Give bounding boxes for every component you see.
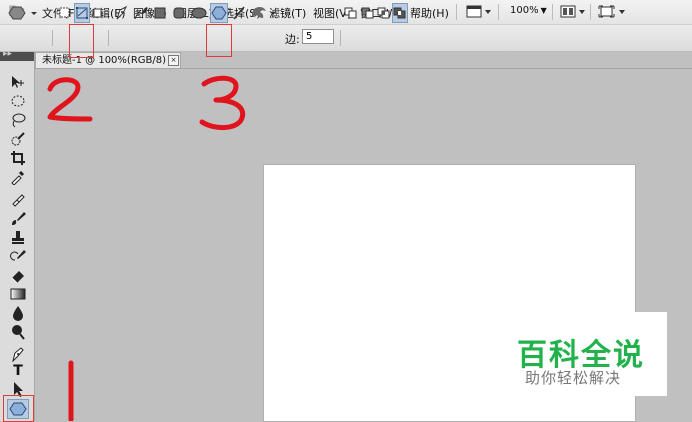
- intersect-shape-areas-icon[interactable]: [377, 4, 391, 22]
- clone-stamp-tool-icon[interactable]: [10, 229, 26, 245]
- freeform-pen-icon[interactable]: [133, 4, 149, 22]
- options-separator: [52, 30, 53, 46]
- blur-tool-icon[interactable]: [10, 305, 26, 321]
- highlight-paths-mode: [69, 24, 94, 58]
- menu-separator: [552, 4, 553, 20]
- arrange-documents-icon[interactable]: [560, 5, 586, 22]
- screen-mode-icon[interactable]: [466, 5, 492, 22]
- options-separator: [340, 30, 341, 46]
- pen-tool-icon[interactable]: [10, 346, 26, 362]
- paths-mode-icon[interactable]: [74, 3, 90, 23]
- document-tab[interactable]: 未标题-1 @ 100%(RGB/8) *: [35, 52, 181, 68]
- eyedropper-tool-icon[interactable]: [10, 169, 26, 185]
- subtract-shape-area-icon[interactable]: [361, 4, 375, 22]
- annotation-number-3: [199, 75, 246, 130]
- tab-strip-divider: [35, 68, 692, 69]
- polygon-shape-icon[interactable]: [210, 3, 228, 23]
- menu-separator: [590, 4, 591, 20]
- zoom-value: 100%: [510, 5, 539, 16]
- quick-selection-tool-icon[interactable]: [10, 131, 26, 147]
- pen-icon[interactable]: [114, 4, 130, 22]
- lasso-tool-icon[interactable]: [10, 112, 26, 128]
- sides-input[interactable]: [302, 29, 334, 44]
- tool-preset-icon[interactable]: [8, 4, 38, 22]
- highlight-polygon-option: [206, 24, 232, 57]
- double-arrow-icon: ▸▸: [3, 49, 13, 59]
- highlight-polygon-tool: [3, 395, 34, 422]
- rounded-rectangle-icon[interactable]: [172, 4, 186, 22]
- workspace-icon[interactable]: [598, 5, 626, 22]
- close-icon[interactable]: ×: [168, 55, 179, 66]
- add-to-shape-area-icon[interactable]: [344, 4, 358, 22]
- document-tab-title: 未标题-1 @ 100%(RGB/8) *: [42, 55, 175, 66]
- menu-separator: [456, 4, 457, 20]
- crop-tool-icon[interactable]: [10, 150, 26, 166]
- watermark-subtitle: 助你轻松解决: [525, 369, 622, 387]
- ellipse-shape-icon[interactable]: [191, 4, 207, 22]
- fill-pixels-icon[interactable]: [92, 4, 104, 22]
- dodge-tool-icon[interactable]: [10, 324, 26, 340]
- rectangle-shape-icon[interactable]: [153, 4, 167, 22]
- options-separator: [108, 30, 109, 46]
- marquee-tool-icon[interactable]: [10, 93, 26, 109]
- options-bar: [0, 25, 692, 52]
- panel-collapse-grip[interactable]: ▸▸: [0, 49, 34, 61]
- menu-help[interactable]: 帮助(H): [410, 5, 449, 21]
- healing-brush-tool-icon[interactable]: [10, 191, 26, 207]
- brush-tool-icon[interactable]: [10, 210, 26, 226]
- annotation-number-1: [68, 360, 74, 421]
- eraser-tool-icon[interactable]: [10, 267, 26, 283]
- exclude-overlapping-icon[interactable]: [392, 3, 408, 23]
- zoom-select[interactable]: 100% ▼: [510, 5, 547, 16]
- sides-label: 边:: [285, 33, 300, 46]
- history-brush-tool-icon[interactable]: [10, 248, 26, 264]
- line-shape-icon[interactable]: [232, 4, 246, 22]
- menu-separator: [498, 4, 499, 20]
- annotation-number-2: [47, 77, 93, 122]
- gradient-tool-icon[interactable]: [10, 286, 26, 302]
- shape-layers-icon[interactable]: [58, 4, 72, 22]
- chevron-down-icon: ▼: [540, 6, 547, 15]
- custom-shape-icon[interactable]: [250, 4, 278, 22]
- text-tool-icon[interactable]: T: [10, 363, 26, 379]
- move-tool-icon[interactable]: [10, 74, 26, 90]
